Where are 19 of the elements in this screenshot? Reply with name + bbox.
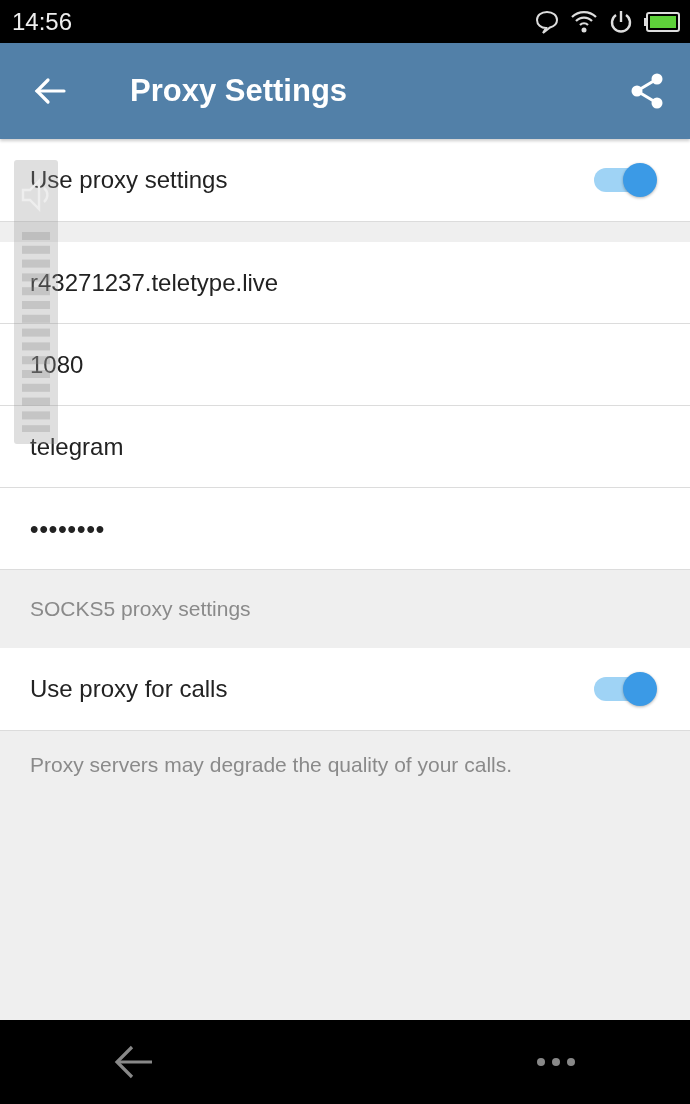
toggle-switch[interactable] xyxy=(592,162,658,198)
screen-title: Proxy Settings xyxy=(130,73,349,109)
toggle-switch[interactable] xyxy=(592,671,658,707)
wifi-icon xyxy=(570,8,598,35)
section-caption: SOCKS5 proxy settings xyxy=(29,596,252,622)
share-icon xyxy=(630,73,664,109)
input-field[interactable]: telegram xyxy=(0,406,690,488)
setting-label: Use proxy for calls xyxy=(30,675,229,703)
battery-icon xyxy=(644,11,680,32)
input-field[interactable]: r43271237.teletype.live xyxy=(0,242,690,324)
more-dots-icon xyxy=(536,1057,576,1067)
hint-text: Proxy servers may degrade the quality of your calls. xyxy=(29,752,514,778)
password-field[interactable]: •••••••• xyxy=(0,488,690,570)
back-arrow-icon xyxy=(34,77,66,105)
setting-label: Use proxy settings xyxy=(30,166,229,194)
status-time: 14:56 xyxy=(12,7,73,36)
chat-bubble-icon xyxy=(534,8,560,35)
power-icon xyxy=(608,8,634,35)
input-field[interactable]: 1080 xyxy=(0,324,690,406)
